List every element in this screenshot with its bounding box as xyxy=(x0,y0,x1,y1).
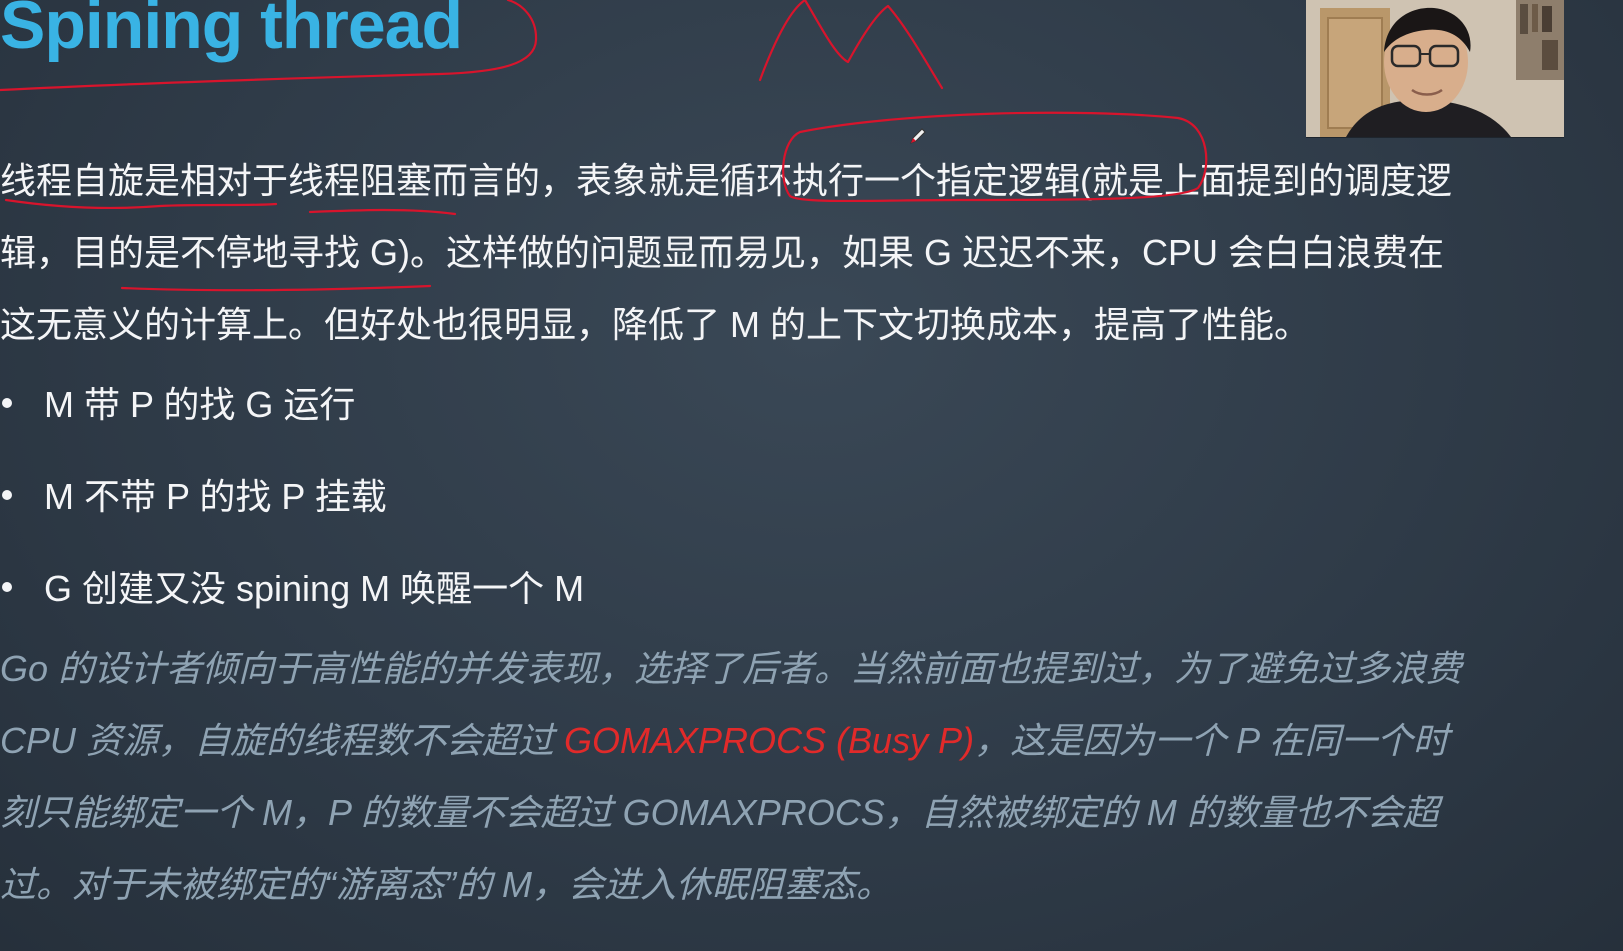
intro-line-2: 辑，目的是不停地寻找 G)。这样做的问题显而易见，如果 G 迟迟不来，CPU 会… xyxy=(0,232,1445,273)
note-line-3: 刻只能绑定一个 M，P 的数量不会超过 GOMAXPROCS，自然被绑定的 M … xyxy=(0,792,1439,833)
design-note-paragraph: Go 的设计者倾向于高性能的并发表现，选择了后者。当然前面也提到过，为了避免过多… xyxy=(0,633,1462,921)
note-line-1: Go 的设计者倾向于高性能的并发表现，选择了后者。当然前面也提到过，为了避免过多… xyxy=(0,648,1463,689)
pen-cursor-icon xyxy=(910,128,926,144)
bullet-item: M 带 P 的找 G 运行 xyxy=(0,380,584,472)
bullet-text: M 不带 P 的找 P 挂载 xyxy=(44,476,387,517)
gomaxprocs-highlight: GOMAXPROCS (Busy P) xyxy=(564,720,975,761)
bullet-dot-icon xyxy=(2,582,12,592)
m-letter-ink xyxy=(758,0,944,90)
webcam-presenter-icon xyxy=(1306,0,1564,137)
slide: Spining thread 线程自旋是相对于线程阻塞而言的，表象就是循环执行一… xyxy=(0,0,1623,951)
slide-title: Spining thread xyxy=(0,0,463,63)
note-line-4: 过。对于未被绑定的“游离态”的 M，会进入休眠阻塞态。 xyxy=(0,864,892,905)
bullet-text: M 带 P 的找 G 运行 xyxy=(44,384,356,425)
bullet-list: M 带 P 的找 G 运行 M 不带 P 的找 P 挂载 G 创建又没 spin… xyxy=(0,380,584,656)
intro-line-3: 这无意义的计算上。但好处也很明显，降低了 M 的上下文切换成本，提高了性能。 xyxy=(0,304,1310,345)
note-line-2-start: CPU 资源，自旋的线程数不会超过 xyxy=(0,720,565,761)
bullet-item: M 不带 P 的找 P 挂载 xyxy=(0,472,584,564)
bullet-dot-icon xyxy=(2,398,12,408)
intro-paragraph: 线程自旋是相对于线程阻塞而言的，表象就是循环执行一个指定逻辑(就是上面提到的调度… xyxy=(0,145,1452,361)
note-line-2: CPU 资源，自旋的线程数不会超过 GOMAXPROCS (Busy P)，这是… xyxy=(0,705,1462,777)
webcam-overlay xyxy=(1306,0,1564,138)
intro-line-1: 线程自旋是相对于线程阻塞而言的，表象就是循环执行一个指定逻辑(就是上面提到的调度… xyxy=(0,160,1452,201)
bullet-dot-icon xyxy=(2,490,12,500)
note-line-2-end: ，这是因为一个 P 在同一个时 xyxy=(974,720,1449,761)
bullet-text: G 创建又没 spining M 唤醒一个 M xyxy=(44,568,585,609)
